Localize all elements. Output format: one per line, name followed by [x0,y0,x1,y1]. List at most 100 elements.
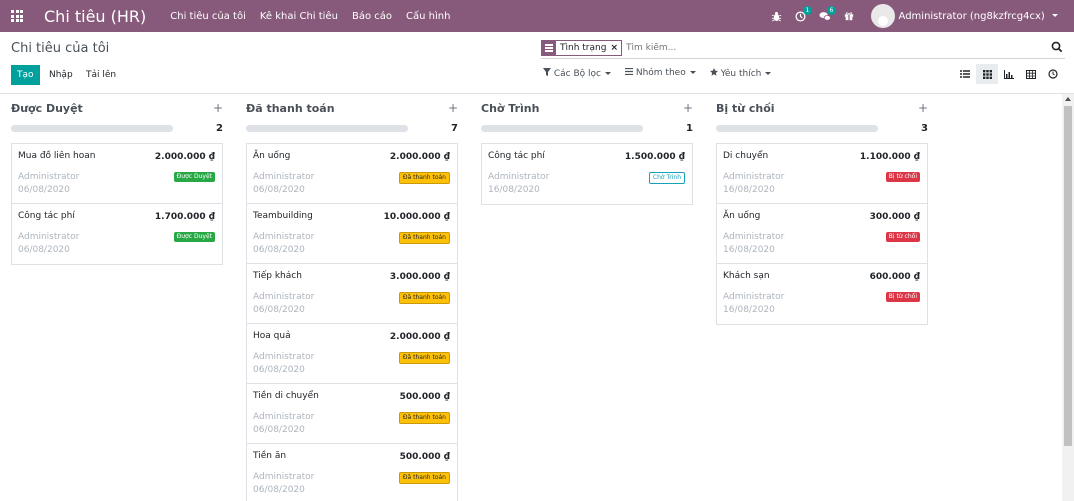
graph-view-icon[interactable] [998,64,1020,84]
favorites-caret-icon [765,72,772,75]
card-amount: 500.000 ₫ [399,392,450,402]
search-input[interactable] [625,43,1026,53]
kanban-card[interactable]: Tiền di chuyển 500.000 ₫ Administrator 06/0… [247,384,457,444]
status-badge: Chờ Trình [648,172,685,184]
import-button[interactable]: Nhập [49,65,73,85]
quick-add-icon[interactable]: + [683,101,693,115]
kanban-card[interactable]: Di chuyển 1.100.000 ₫ Administrator 16/08/2… [717,144,927,204]
column-header: Bị từ chối + [716,94,928,118]
column-title[interactable]: Đã thanh toán [246,102,335,115]
column-count: 7 [451,122,458,134]
card-name: Tiền ăn [253,451,287,461]
vertical-scrollbar[interactable] [1062,94,1074,501]
user-avatar[interactable] [870,4,895,28]
kanban-card[interactable]: Công tác phí 1.500.000 ₫ Administrator 16/0… [482,144,692,204]
user-caret-icon [1052,14,1058,17]
search-bar: Tình trạng × [541,38,1065,59]
app-brand[interactable]: Chi tiêu (HR) [44,7,146,26]
status-badge: Bị từ chối [885,232,920,242]
search-options: Các Bộ lọc Nhóm theo Yêu thích [543,67,772,79]
card-amount: 500.000 ₫ [399,452,450,462]
column-count: 2 [216,122,223,134]
kanban-card[interactable]: Mua đồ liên hoan 2.000.000 ₫ Administrator… [12,144,222,204]
control-panel: Chi tiêu của tôi Tình trạng × Tạo Nhập T… [0,32,1074,94]
quick-add-icon[interactable]: + [918,101,928,115]
kanban-card[interactable]: Công tác phí 1.700.000 ₫ Administrator 06/0… [12,204,222,264]
user-menu[interactable]: Administrator (ng8kzfrcg4cx) [899,11,1058,22]
card-amount: 2.000.000 ₫ [389,152,450,162]
kanban-view-icon[interactable] [976,64,998,84]
kanban-column: Đã thanh toán +7 Ăn uống 2.000.000 ₫ Adminis… [246,94,458,501]
kanban-card[interactable]: Tiền ăn 500.000 ₫ Administrator 06/08/2020 Đ… [247,444,457,501]
card-amount: 300.000 ₫ [869,212,920,222]
groupby-dropdown[interactable]: Nhóm theo [624,67,696,79]
card-name: Khách sạn [723,271,770,281]
column-progress: 7 [246,118,458,138]
filters-dropdown[interactable]: Các Bộ lọc [543,68,611,79]
pivot-view-icon[interactable] [1020,64,1042,84]
facet-remove-icon[interactable]: × [610,43,621,53]
activity-clock-icon[interactable]: 1 [789,0,813,32]
apps-menu-icon[interactable] [2,0,32,32]
filters-label: Các Bộ lọc [553,69,601,79]
card-name: Tiếp khách [253,271,302,281]
scroll-thumb[interactable] [1064,106,1072,446]
status-badge: Được Duyệt [173,232,215,242]
kanban-card[interactable]: Khách sạn 600.000 ₫ Administrator 16/08/202… [717,264,927,324]
messages-icon[interactable]: 6 [813,0,837,32]
card-employee: Administrator [18,232,80,242]
card-employee: Administrator [253,412,315,422]
progress-bar[interactable] [481,124,643,132]
card-employee: Administrator [253,172,315,182]
card-employee: Administrator [253,232,315,242]
card-employee: Administrator [18,172,80,182]
activity-view-icon[interactable] [1042,64,1064,84]
progress-bar[interactable] [11,124,173,132]
activity-badge: 1 [802,6,813,15]
column-title[interactable]: Bị từ chối [716,102,775,115]
card-employee: Administrator [253,352,315,362]
card-amount: 1.500.000 ₫ [624,152,685,162]
quick-add-icon[interactable]: + [448,101,458,115]
navbar-systray: 1 6 Administrator (ng8kzfrcg4cx) [765,0,1074,32]
menu-item-expense-reports[interactable]: Kê khai Chi tiêu [260,11,338,22]
list-view-icon[interactable] [954,64,976,84]
filter-facet-icon [542,41,556,55]
upload-button[interactable]: Tải lên [86,65,116,85]
kanban-card[interactable]: Teambuilding 10.000.000 ₫ Administrator 06/… [247,204,457,264]
search-icon[interactable] [1051,41,1065,55]
menu-item-reporting[interactable]: Báo cáo [352,11,392,22]
card-employee: Administrator [723,172,785,182]
menu-item-configuration[interactable]: Cấu hình [406,11,450,22]
card-name: Tiền di chuyển [253,391,319,401]
card-employee: Administrator [723,232,785,242]
card-list: Di chuyển 1.100.000 ₫ Administrator 16/08/2… [716,143,928,325]
column-title[interactable]: Chờ Trình [481,102,539,115]
status-badge: Đã thanh toán [398,232,450,244]
card-name: Mua đồ liên hoan [18,151,96,161]
bug-icon[interactable] [765,0,789,32]
card-employee: Administrator [253,472,315,482]
facet-label: Tình trạng [560,43,607,53]
card-name: Hoa quả [253,331,291,341]
card-name: Công tác phí [488,151,545,161]
kanban-card[interactable]: Tiếp khách 3.000.000 ₫ Administrator 06/08/… [247,264,457,324]
card-list: Công tác phí 1.500.000 ₫ Administrator 16/0… [481,143,693,205]
menu-item-my-expenses[interactable]: Chi tiêu của tôi [170,11,246,22]
user-name-label: Administrator (ng8kzfrcg4cx) [898,10,1045,22]
kanban-card[interactable]: Ăn uống 2.000.000 ₫ Administrator 06/08/202… [247,144,457,204]
gift-icon[interactable] [837,0,861,32]
kanban-card[interactable]: Ăn uống 300.000 ₫ Administrator 16/08/2020 B… [717,204,927,264]
column-count: 1 [686,122,693,134]
card-employee: Administrator [488,172,550,182]
favorites-dropdown[interactable]: Yêu thích [709,68,772,79]
progress-bar[interactable] [716,124,878,132]
column-title[interactable]: Được Duyệt [11,102,83,115]
create-button[interactable]: Tạo [11,65,40,85]
quick-add-icon[interactable]: + [213,101,223,115]
card-date: 06/08/2020 [253,365,305,375]
progress-bar[interactable] [246,124,408,132]
status-badge: Đã thanh toán [398,352,450,364]
scroll-up-icon[interactable] [1065,97,1071,101]
kanban-card[interactable]: Hoa quả 2.000.000 ₫ Administrator 06/08/202… [247,324,457,384]
